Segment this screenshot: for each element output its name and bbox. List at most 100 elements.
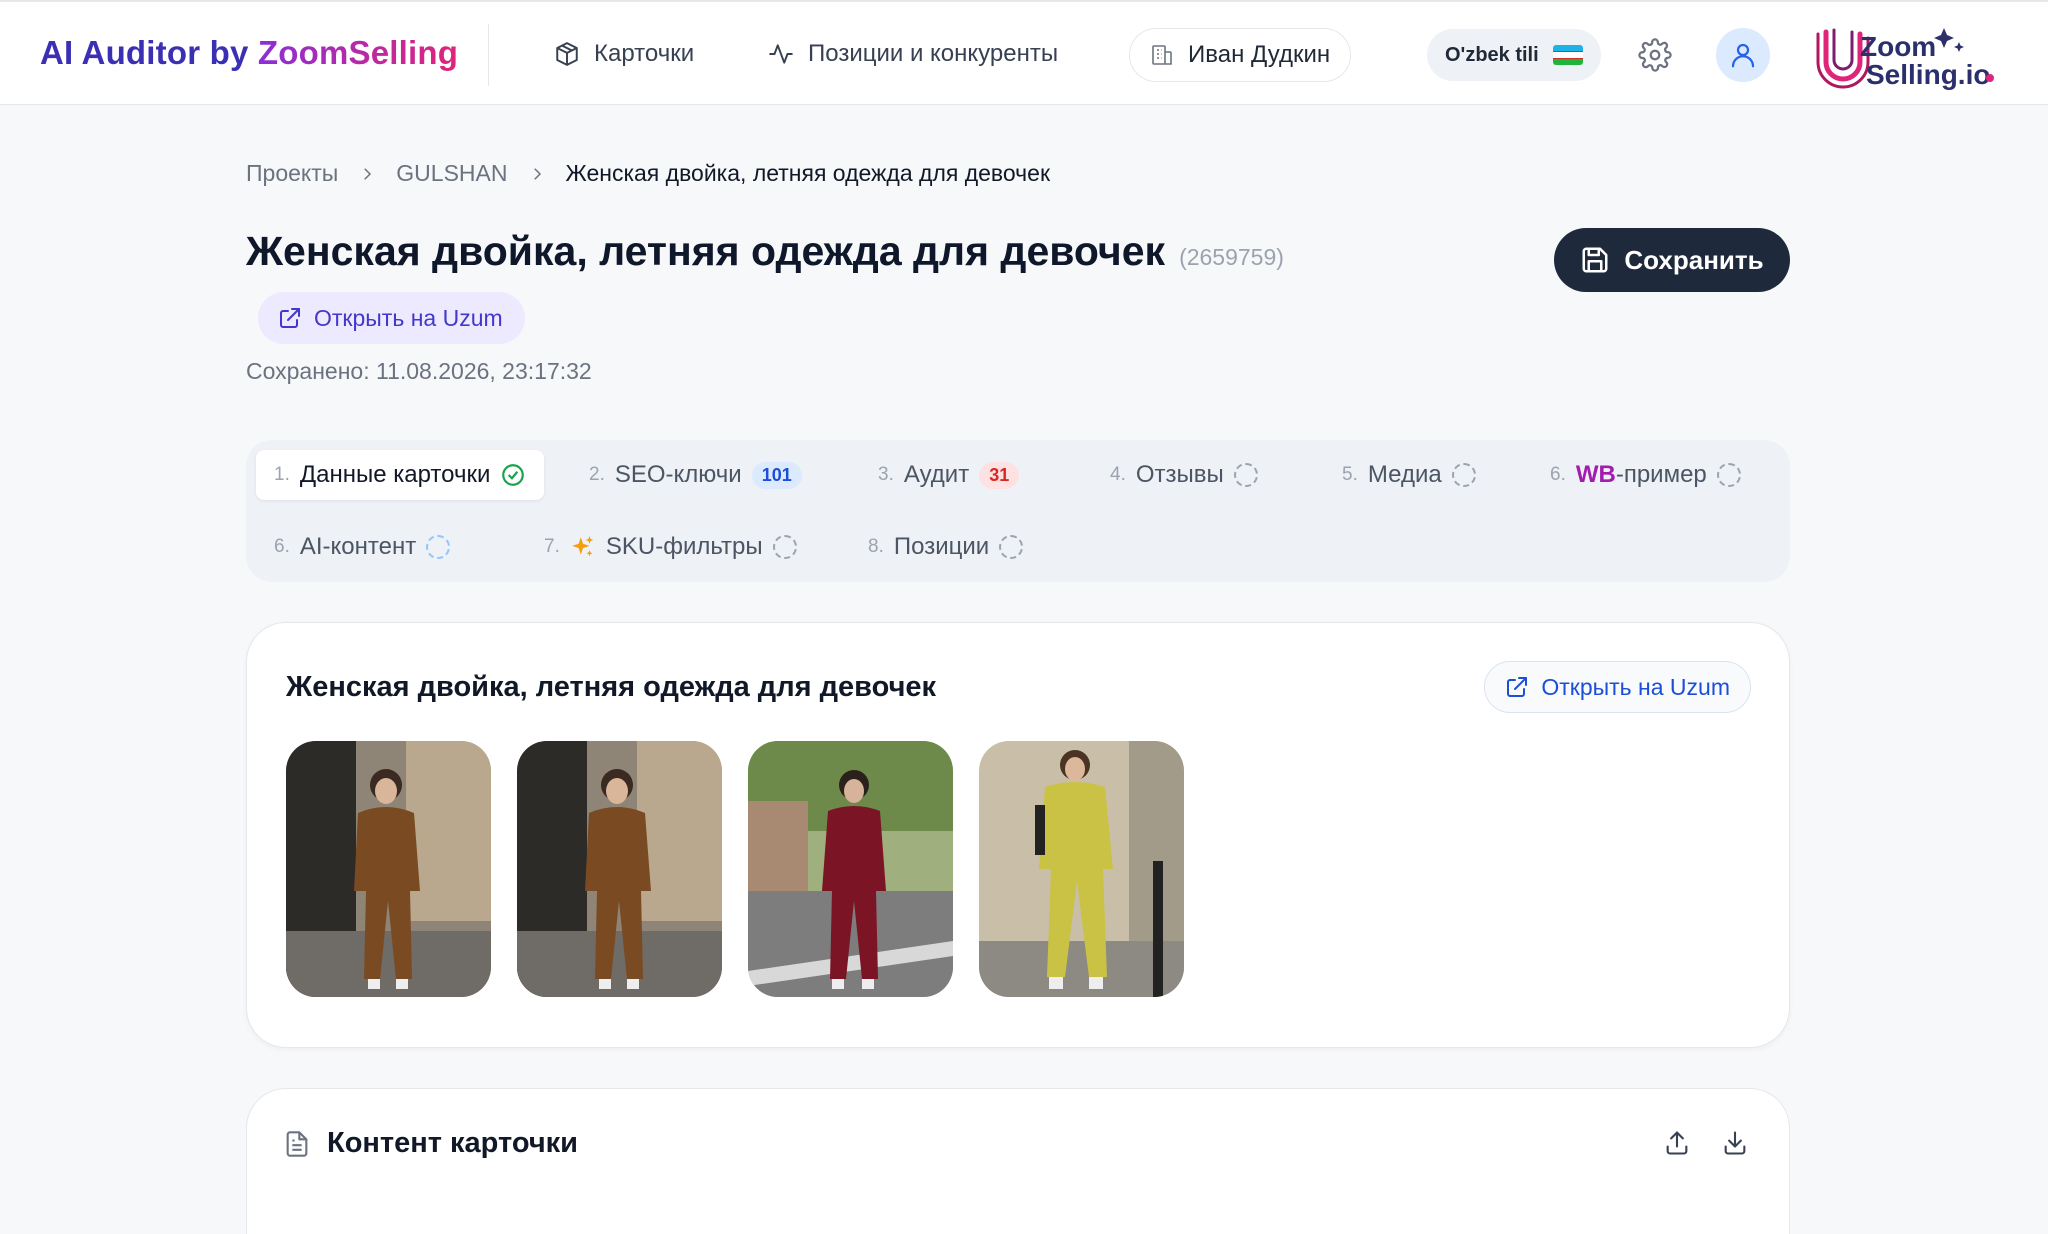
nav-positions-link[interactable]: Позиции и конкуренты [768, 40, 1058, 68]
tab-wb-example[interactable]: 6. WB-пример [1532, 450, 1759, 500]
saved-timestamp: Сохранено: 11.08.2026, 23:17:32 [246, 358, 592, 384]
nav-cards-label: Карточки [594, 40, 695, 67]
save-label: Сохранить [1624, 244, 1764, 275]
tab-number: 2. [589, 464, 605, 485]
content-title: Контент карточки [327, 1127, 579, 1159]
breadcrumb-current: Женская двойка, летняя одежда для девоче… [565, 160, 1051, 186]
card-open-on-uzum-button[interactable]: Открыть на Uzum [1484, 661, 1751, 713]
content-header: Контент карточки [283, 1127, 578, 1160]
open-on-uzum-button[interactable]: Открыть на Uzum [258, 292, 525, 344]
product-photo[interactable] [286, 741, 491, 997]
logo-text-zoom: Zoom [1860, 31, 1936, 62]
tab-label: Аудит [903, 461, 970, 488]
count-badge: 31 [979, 461, 1020, 489]
tab-number: 3. [878, 464, 894, 485]
page-title-row: Женская двойка, летняя одежда для девоче… [246, 228, 1284, 275]
external-link-icon [280, 308, 300, 328]
page-title: Женская двойка, летняя одежда для девоче… [246, 228, 1166, 274]
breadcrumb: Проекты GULSHAN Женская двойка, летняя о… [246, 160, 1050, 187]
content-actions [1663, 1129, 1749, 1157]
top-navigation-bar: AI Auditor by ZoomSelling Карточки Позиц… [0, 0, 2048, 105]
tab-label: Данные карточки [299, 461, 491, 488]
pending-status-icon [1716, 463, 1741, 487]
header-divider [488, 24, 489, 86]
tab-number: 1. [274, 464, 290, 485]
tab-label-suffix: -пример [1615, 461, 1707, 488]
breadcrumb-project[interactable]: GULSHAN [396, 160, 507, 187]
upload-icon[interactable] [1663, 1129, 1691, 1157]
product-photos [286, 741, 1184, 997]
tab-number: 6. [1550, 464, 1566, 485]
nav-positions-label: Позиции и конкуренты [808, 40, 1059, 67]
product-photo[interactable] [748, 741, 953, 997]
brand-name: ZoomSelling [257, 34, 459, 71]
language-label: O'zbek tili [1445, 43, 1539, 66]
card-open-on-uzum-label: Открыть на Uzum [1541, 673, 1730, 700]
tab-label: Позиции [893, 533, 990, 560]
tab-label: SKU-фильтры [605, 533, 763, 560]
tab-ai-content[interactable]: 6. AI-контент [256, 522, 468, 572]
logo-text-selling: Selling.io [1866, 59, 1990, 90]
tab-label: AI-контент [299, 533, 417, 560]
card-title: Женская двойка, летняя одежда для девоче… [286, 671, 937, 703]
organization-switcher[interactable]: Иван Дудкин [1129, 28, 1352, 82]
user-icon [1731, 43, 1755, 68]
tab-label: Отзывы [1135, 461, 1224, 488]
pending-status-icon [1451, 463, 1476, 487]
zoomselling-logo[interactable]: Zoom Selling.io [1812, 22, 2002, 90]
save-button[interactable]: Сохранить [1554, 228, 1790, 292]
tab-number: 5. [1342, 464, 1358, 485]
nav-cards-link[interactable]: Карточки [554, 40, 694, 68]
user-avatar-button[interactable] [1716, 28, 1770, 82]
brand-title: AI Auditor by [40, 34, 258, 71]
photo-yellow-outfit [979, 741, 1184, 997]
pending-status-icon [772, 535, 797, 559]
building-icon [1152, 45, 1172, 65]
product-photo[interactable] [517, 741, 722, 997]
external-link-icon [1507, 677, 1528, 697]
tab-label: SEO-ключи [614, 461, 742, 488]
gear-icon[interactable] [1638, 38, 1672, 72]
tab-number: 7. [544, 536, 560, 557]
product-photo[interactable] [979, 741, 1184, 997]
step-tabs: 1. Данные карточки 2. SEO-ключи 101 3. А… [246, 440, 1790, 582]
tab-media[interactable]: 5. Медиа [1324, 450, 1494, 500]
sparkle-icon [572, 536, 594, 557]
organization-name: Иван Дудкин [1188, 41, 1331, 68]
tab-card-data[interactable]: 1. Данные карточки [256, 450, 545, 500]
box-icon [556, 42, 578, 66]
tab-label: WB-пример [1576, 461, 1707, 489]
photo-burgundy-outfit [748, 741, 953, 997]
save-icon [1582, 247, 1608, 273]
product-card-panel: Женская двойка, летняя одежда для девоче… [246, 622, 1790, 1048]
pending-status-icon [426, 535, 451, 559]
breadcrumb-projects[interactable]: Проекты [246, 160, 338, 187]
flag-uz-icon [1552, 45, 1583, 65]
tab-number: 6. [274, 536, 290, 557]
card-content-panel: Контент карточки [246, 1088, 1790, 1234]
tab-seo-keys[interactable]: 2. SEO-ключи 101 [571, 450, 820, 500]
chevron-right-icon [533, 167, 541, 180]
tab-label: Медиа [1367, 461, 1442, 488]
tab-reviews[interactable]: 4. Отзывы [1092, 450, 1276, 500]
open-on-uzum-label: Открыть на Uzum [314, 304, 503, 331]
wb-prefix: WB [1575, 461, 1616, 488]
tab-audit[interactable]: 3. Аудит 31 [860, 450, 1037, 500]
download-icon[interactable] [1721, 1129, 1749, 1157]
tab-number: 8. [868, 536, 884, 557]
photo-brown-outfit [517, 741, 722, 997]
document-icon [286, 1130, 308, 1157]
photo-brown-outfit [286, 741, 491, 997]
tab-sku-filters[interactable]: 7. SKU-фильтры [526, 522, 815, 572]
pending-status-icon [1233, 463, 1258, 487]
tab-positions[interactable]: 8. Позиции [850, 522, 1041, 572]
check-circle-icon [502, 464, 525, 486]
product-sku: (2659759) [1179, 244, 1284, 270]
pending-status-icon [999, 535, 1024, 559]
chevron-right-icon [364, 167, 372, 180]
tab-number: 4. [1110, 464, 1126, 485]
language-selector[interactable]: O'zbek tili [1427, 29, 1601, 81]
count-badge: 101 [751, 461, 802, 489]
app-brand[interactable]: AI Auditor by ZoomSelling [40, 34, 458, 72]
activity-icon [769, 44, 793, 64]
